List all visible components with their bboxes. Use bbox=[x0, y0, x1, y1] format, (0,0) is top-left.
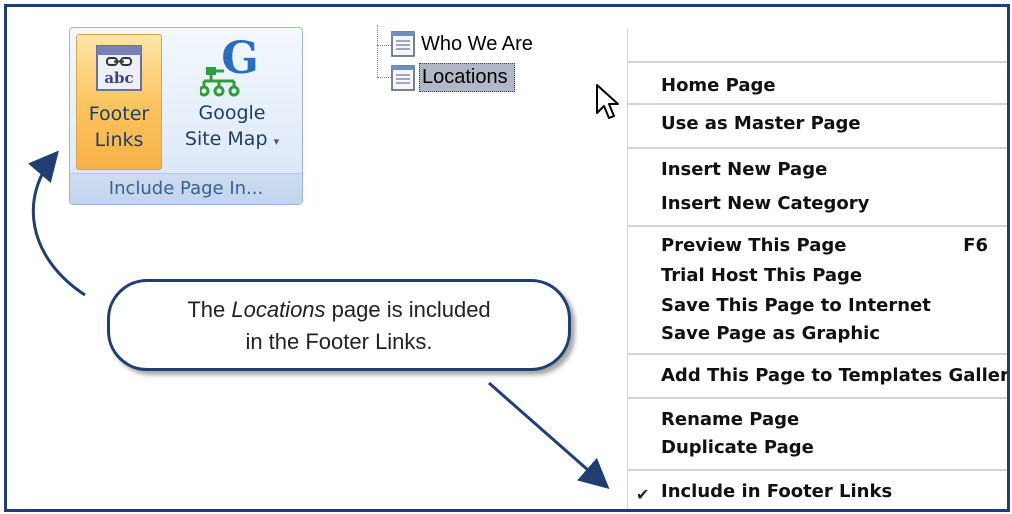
menu-item-insert-new-category[interactable]: Insert New Category bbox=[661, 193, 869, 214]
menu-item-save-page-as-graphic[interactable]: Save Page as Graphic bbox=[661, 323, 880, 344]
callout-suffix: page is included bbox=[325, 297, 491, 322]
menu-item-rename-page[interactable]: Rename Page bbox=[661, 409, 799, 430]
tree-connector-line bbox=[377, 77, 391, 78]
callout-line-1: The Locations page is included bbox=[110, 294, 568, 326]
menu-separator bbox=[628, 61, 1007, 63]
menu-separator bbox=[628, 397, 1007, 399]
menu-separator bbox=[628, 353, 1007, 355]
footer-links-icon: abc bbox=[77, 35, 161, 101]
footer-links-button[interactable]: abc Footer Links bbox=[76, 34, 162, 170]
ribbon-group-include-page-in: abc Footer Links G Google Site Map ▾ Inc… bbox=[69, 27, 303, 205]
ribbon-group-caption: Include Page In... bbox=[70, 173, 302, 204]
menu-item-use-as-master-page[interactable]: Use as Master Page bbox=[661, 113, 861, 134]
menu-item-add-to-templates-gallery[interactable]: Add This Page to Templates Gallery bbox=[661, 365, 1007, 386]
google-site-map-label-1: Google bbox=[198, 102, 266, 124]
page-icon bbox=[391, 64, 415, 91]
google-g-letter: G bbox=[221, 37, 259, 84]
callout-emphasis: Locations bbox=[231, 297, 326, 322]
menu-separator bbox=[628, 147, 1007, 149]
menu-item-home-page[interactable]: Home Page bbox=[661, 75, 776, 96]
google-site-map-label-2-text: Site Map bbox=[184, 128, 268, 150]
tree-item-label: Who We Are bbox=[421, 32, 533, 55]
context-menu: Home Page Use as Master Page Insert New … bbox=[627, 29, 1007, 509]
footer-links-label-2: Links bbox=[94, 129, 144, 151]
menu-shortcut-f6: F6 bbox=[963, 235, 988, 256]
mouse-cursor-icon bbox=[596, 84, 619, 119]
google-site-map-label-2: Site Map ▾ bbox=[170, 126, 294, 155]
menu-separator bbox=[628, 469, 1007, 471]
tree-connector-line bbox=[377, 45, 391, 46]
checkmark-icon: ✔ bbox=[636, 487, 650, 504]
footer-links-icon-text: abc bbox=[104, 69, 133, 87]
menu-item-insert-new-page[interactable]: Insert New Page bbox=[661, 159, 827, 180]
menu-item-preview-this-page[interactable]: Preview This Page bbox=[661, 235, 846, 256]
menu-item-save-this-page-to-internet[interactable]: Save This Page to Internet bbox=[661, 295, 931, 316]
menu-separator bbox=[628, 103, 1007, 105]
arrow-to-include-footer-links-icon bbox=[488, 381, 610, 489]
google-site-map-icon: G bbox=[170, 34, 294, 100]
menu-separator bbox=[628, 225, 1007, 227]
screenshot-frame: abc Footer Links G Google Site Map ▾ Inc… bbox=[4, 4, 1010, 512]
tree-item-locations[interactable]: Locations bbox=[391, 63, 515, 92]
menu-item-include-in-footer-links[interactable]: Include in Footer Links bbox=[661, 481, 892, 502]
tree-item-label: Locations bbox=[419, 63, 515, 92]
footer-links-label-1: Footer bbox=[88, 103, 150, 125]
menu-item-duplicate-page[interactable]: Duplicate Page bbox=[661, 437, 814, 458]
callout-prefix: The bbox=[187, 297, 232, 322]
dropdown-caret-icon[interactable]: ▾ bbox=[274, 135, 280, 148]
tree-connector-line bbox=[377, 25, 378, 77]
page-icon bbox=[391, 31, 415, 57]
callout-bubble: The Locations page is included in the Fo… bbox=[107, 279, 571, 371]
menu-item-trial-host-this-page[interactable]: Trial Host This Page bbox=[661, 265, 862, 286]
callout-line-2: in the Footer Links. bbox=[245, 329, 433, 354]
tree-item-who-we-are[interactable]: Who We Are bbox=[391, 31, 535, 57]
google-site-map-button[interactable]: G Google Site Map ▾ bbox=[170, 34, 294, 168]
